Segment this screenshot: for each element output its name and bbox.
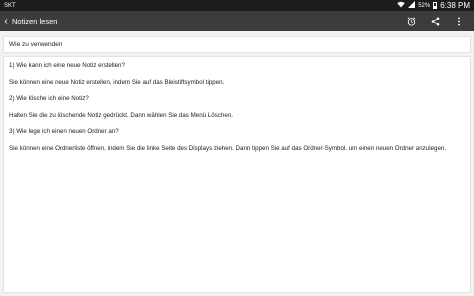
carrier-label: SKT: [4, 2, 16, 9]
note-paragraph: Halten Sie die zu löschende Notiz gedrüc…: [9, 111, 233, 119]
note-title: Wie zu verwenden: [9, 41, 63, 48]
share-icon[interactable]: [430, 16, 440, 26]
signal-icon: [408, 1, 416, 10]
note-paragraph: 3) Wie lege ich einen neuen Ordner an?: [9, 128, 119, 135]
alarm-icon[interactable]: [406, 16, 416, 26]
note-paragraph: Sie können eine Ordnerliste öffnen, inde…: [9, 144, 447, 152]
page-title: Notizen lesen: [12, 16, 58, 26]
wifi-icon: [397, 1, 405, 10]
note-paragraph: 2) Wie lösche ich eine Notiz?: [9, 95, 89, 102]
more-vert-icon[interactable]: [454, 16, 464, 26]
app-bar: ‹ Notizen lesen: [0, 11, 474, 31]
note-body[interactable]: 1) Wie kann ich eine neue Notiz erstelle…: [3, 56, 471, 293]
clock: 6:38 PM: [440, 1, 470, 10]
note-paragraph: Sie können eine neue Notiz erstellen, in…: [9, 78, 225, 86]
battery-icon: [433, 2, 438, 9]
battery-percent: 52%: [418, 2, 431, 9]
status-indicators: 52% 6:38 PM: [397, 1, 470, 10]
action-buttons: [406, 16, 464, 26]
note-title-field[interactable]: Wie zu verwenden: [3, 36, 471, 53]
note-paragraph: 1) Wie kann ich eine neue Notiz erstelle…: [9, 62, 125, 69]
status-bar: SKT 52% 6:38 PM: [0, 0, 474, 11]
back-chevron-icon[interactable]: ‹: [2, 16, 10, 27]
